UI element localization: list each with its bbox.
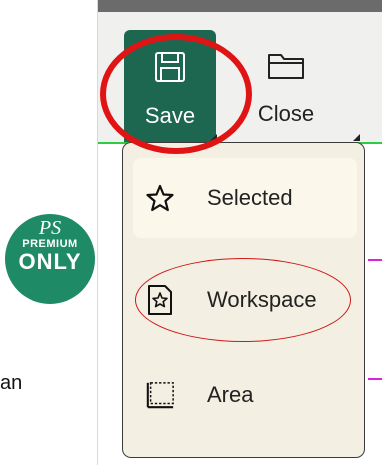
menu-item-label: Selected <box>207 185 293 210</box>
close-button[interactable]: Close <box>240 30 332 142</box>
canvas-magenta-line <box>368 378 382 380</box>
save-dropdown-indicator <box>210 134 217 141</box>
menu-item-workspace[interactable]: Workspace <box>133 260 357 340</box>
menu-item-label: Workspace <box>207 287 317 312</box>
menu-item-label: Area <box>207 382 254 407</box>
title-strip <box>98 0 382 12</box>
folder-icon <box>266 50 306 87</box>
area-selection-icon <box>145 380 175 410</box>
badge-only-text: ONLY <box>18 249 82 274</box>
app-window: Save Close Selected Workspace Area <box>97 0 382 465</box>
floppy-disk-icon <box>153 50 187 89</box>
save-button[interactable]: Save <box>124 30 216 142</box>
close-label: Close <box>257 101 315 126</box>
background-text-fragment: an <box>0 372 23 394</box>
menu-item-area[interactable]: Area <box>133 355 357 435</box>
save-dropdown-menu: Selected Workspace Area <box>122 142 365 458</box>
save-label: Save <box>144 103 196 128</box>
toolbar: Save Close <box>98 12 382 142</box>
premium-only-badge: PS PREMIUM ONLY <box>5 214 95 304</box>
badge-ps-text: PS <box>38 217 62 239</box>
document-star-icon <box>145 285 175 315</box>
close-dropdown-indicator <box>353 134 360 141</box>
star-icon <box>145 183 175 213</box>
canvas-magenta-line <box>368 259 382 261</box>
menu-item-selected[interactable]: Selected <box>133 158 357 238</box>
